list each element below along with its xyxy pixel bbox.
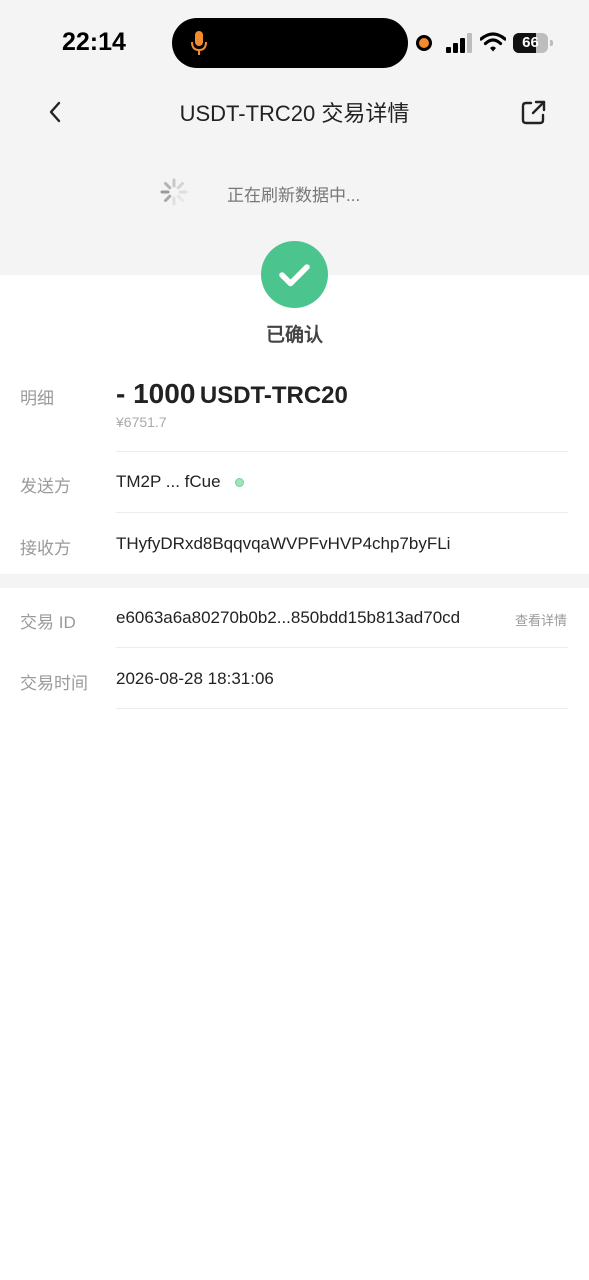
- amount-number: - 1000: [116, 378, 196, 409]
- status-bar: 22:14 66: [0, 0, 589, 86]
- status-label: 已确认: [265, 325, 323, 346]
- status-time: 22:14: [62, 28, 126, 56]
- amount-unit: USDT-TRC20: [199, 382, 348, 409]
- tx-id-label: 交易 ID: [20, 613, 76, 632]
- divider: [116, 512, 568, 513]
- sender-label: 发送方: [20, 477, 71, 496]
- view-detail-link[interactable]: 查看详情: [515, 610, 567, 629]
- sender-status-dot: [235, 478, 244, 487]
- amount-value: - 1000 USDT-TRC20: [116, 378, 348, 410]
- divider: [116, 647, 568, 648]
- tx-id-value[interactable]: e6063a6a80270b0b2...850bdd15b813ad70cd: [116, 608, 460, 628]
- amount-fiat: ¥6751.7: [116, 414, 167, 430]
- confirmed-badge: [261, 241, 328, 308]
- share-button[interactable]: [518, 98, 548, 128]
- tx-time-value: 2026-08-28 18:31:06: [116, 669, 274, 688]
- checkmark-icon: [279, 264, 310, 287]
- divider: [116, 708, 568, 709]
- section-divider: [0, 574, 589, 588]
- recording-dot-icon: [416, 35, 432, 51]
- page-title: USDT-TRC20 交易详情: [179, 101, 410, 126]
- wifi-icon: [480, 32, 506, 52]
- tx-time-label: 交易时间: [20, 674, 88, 693]
- receiver-address[interactable]: THyfyDRxd8BqqvqaWVPFvHVP4chp7byFLi: [116, 534, 450, 554]
- cellular-signal-icon: [446, 33, 472, 53]
- sender-address[interactable]: TM2P ... fCue: [116, 472, 221, 492]
- battery-icon: 66: [513, 33, 553, 53]
- amount-label: 明细: [20, 389, 54, 408]
- battery-level: 66: [522, 34, 539, 51]
- spinner-icon: [160, 178, 188, 206]
- receiver-label: 接收方: [20, 539, 71, 558]
- microphone-icon: [191, 31, 207, 55]
- refresh-status-text: 正在刷新数据中...: [227, 186, 361, 205]
- divider: [116, 451, 568, 452]
- dynamic-island: [172, 18, 408, 68]
